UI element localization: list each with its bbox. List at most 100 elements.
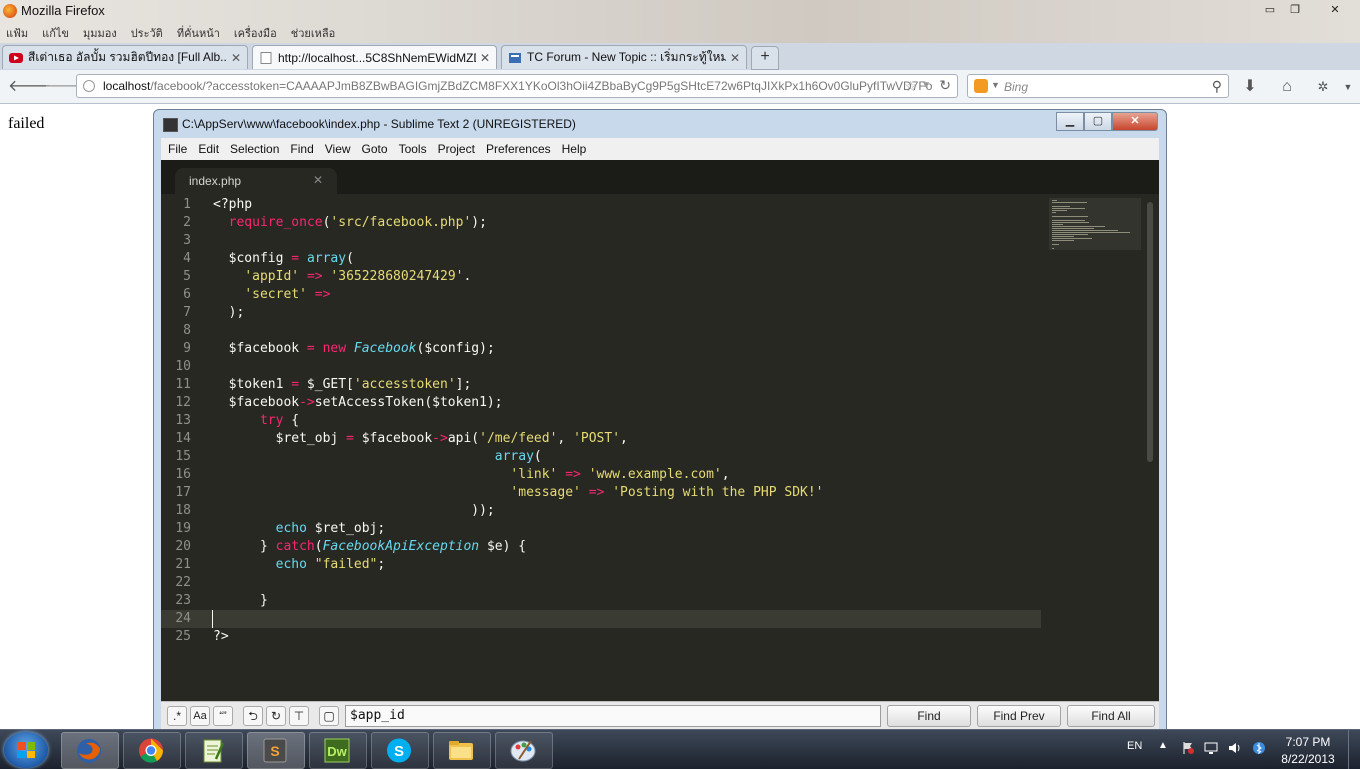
code-line[interactable]: 3 <box>161 232 1041 250</box>
menu-view[interactable]: มุมมอง <box>83 24 117 40</box>
bluetooth-icon[interactable] <box>1252 741 1266 755</box>
menu-help[interactable]: Help <box>562 142 587 156</box>
taskbar-skype[interactable]: S <box>371 732 429 769</box>
tab-close-icon[interactable]: ✕ <box>480 51 490 65</box>
vertical-scrollbar[interactable] <box>1147 202 1153 462</box>
bookmark-star-icon[interactable]: ☆ <box>904 78 917 95</box>
code-line[interactable]: 14 $ret_obj = $facebook->api('/me/feed',… <box>161 430 1041 448</box>
clock-date[interactable]: 8/22/2013 <box>1276 752 1340 766</box>
taskbar-explorer[interactable] <box>433 732 491 769</box>
tab-close-icon[interactable]: ✕ <box>313 173 323 187</box>
code-line[interactable]: 24 <box>161 610 1041 628</box>
clock-time[interactable]: 7:07 PM <box>1276 735 1340 749</box>
action-center-flag-icon[interactable] <box>1181 741 1195 755</box>
code-line[interactable]: 6 'secret' => <box>161 286 1041 304</box>
reload-icon[interactable]: ↻ <box>939 77 951 94</box>
code-line[interactable]: 22 <box>161 574 1041 592</box>
editor-tab[interactable]: index.php ✕ <box>175 168 337 194</box>
tab-close-icon[interactable]: ✕ <box>231 51 241 65</box>
menu-goto[interactable]: Goto <box>362 142 388 156</box>
back-icon[interactable]: 🡐 <box>8 77 51 97</box>
code-line[interactable]: 25 ?> <box>161 628 1041 646</box>
search-icon[interactable]: ⚲ <box>1212 78 1222 95</box>
code-line[interactable]: 17 'message' => 'Posting with the PHP SD… <box>161 484 1041 502</box>
code-line[interactable]: 11 $token1 = $_GET['accesstoken']; <box>161 376 1041 394</box>
addon-icon[interactable]: ✲ <box>1313 77 1333 97</box>
show-desktop-button[interactable] <box>1348 730 1360 769</box>
restore-icon[interactable]: ❐ <box>1284 1 1306 17</box>
url-text[interactable]: localhost/facebook/?accesstoken=CAAAAPJm… <box>103 79 933 93</box>
code-line[interactable]: 9 $facebook = new Facebook($config); <box>161 340 1041 358</box>
code-line[interactable]: 13 try { <box>161 412 1041 430</box>
menu-find[interactable]: Find <box>290 142 313 156</box>
code-line[interactable]: 7 ); <box>161 304 1041 322</box>
forward-icon[interactable]: 🡒 <box>44 77 87 97</box>
find-input[interactable]: $app_id <box>345 705 881 727</box>
minimap[interactable] <box>1049 198 1141 250</box>
new-tab-button[interactable]: + <box>751 46 779 70</box>
tab-tc-forum[interactable]: TC Forum - New Topic :: เริ่มกระทู้ใหม่ … <box>501 45 747 69</box>
regex-toggle[interactable]: .* <box>167 706 187 726</box>
menu-file[interactable]: แฟ้ม <box>6 24 28 40</box>
menu-tools[interactable]: Tools <box>399 142 427 156</box>
bing-engine-icon[interactable] <box>974 79 988 93</box>
close-icon[interactable]: ✕ <box>1322 1 1348 17</box>
taskbar-paint[interactable] <box>495 732 553 769</box>
taskbar-sublime[interactable]: S <box>247 732 305 769</box>
code-line[interactable]: 21 echo "failed"; <box>161 556 1041 574</box>
tab-localhost[interactable]: http://localhost...5C8ShNemEWidMZD ✕ <box>252 45 497 69</box>
menu-bookmarks[interactable]: ที่คั่นหน้า <box>177 24 220 40</box>
tab-close-icon[interactable]: ✕ <box>730 51 740 65</box>
whole-word-toggle[interactable]: “” <box>213 706 233 726</box>
code-editor[interactable]: index.php ✕ 1 <?php 2 require_once('src/fa… <box>161 160 1159 701</box>
site-identity-icon[interactable] <box>83 80 95 92</box>
language-indicator[interactable]: EN <box>1127 740 1142 752</box>
network-icon[interactable] <box>1204 741 1218 755</box>
menu-selection[interactable]: Selection <box>230 142 279 156</box>
url-bar[interactable]: localhost/facebook/?accesstoken=CAAAAPJm… <box>76 74 958 98</box>
code-line[interactable]: 18 )); <box>161 502 1041 520</box>
menu-history[interactable]: ประวัติ <box>131 24 163 40</box>
home-icon[interactable]: ⌂ <box>1277 77 1297 97</box>
taskbar-notepad[interactable] <box>185 732 243 769</box>
code-line[interactable]: 12 $facebook->setAccessToken($token1); <box>161 394 1041 412</box>
code-line[interactable]: 23 } <box>161 592 1041 610</box>
code-line[interactable]: 5 'appId' => '365228680247429'. <box>161 268 1041 286</box>
taskbar-chrome[interactable] <box>123 732 181 769</box>
menu-project[interactable]: Project <box>438 142 475 156</box>
menu-preferences[interactable]: Preferences <box>486 142 551 156</box>
maximize-icon[interactable]: ▢ <box>1084 112 1112 131</box>
code-line[interactable]: 10 <box>161 358 1041 376</box>
tab-youtube[interactable]: สีเต่าเธอ อัลบั้ม รวมฮิตปีทอง [Full Alb.… <box>2 45 248 69</box>
taskbar-firefox[interactable] <box>61 732 119 769</box>
menu-tools[interactable]: เครื่องมือ <box>234 24 277 40</box>
code-line[interactable]: 15 array( <box>161 448 1041 466</box>
volume-icon[interactable] <box>1228 741 1242 755</box>
code-line[interactable]: 2 require_once('src/facebook.php'); <box>161 214 1041 232</box>
menu-help[interactable]: ช่วยเหลือ <box>291 24 335 40</box>
find-all-button[interactable]: Find All <box>1067 705 1155 727</box>
menu-view[interactable]: View <box>325 142 351 156</box>
minimize-icon[interactable]: ▁ <box>1056 112 1084 131</box>
code-line[interactable]: 4 $config = array( <box>161 250 1041 268</box>
minimize-icon[interactable]: ▭ <box>1259 1 1281 17</box>
find-button[interactable]: Find <box>887 705 971 727</box>
search-bar[interactable]: ▼ Bing ⚲ <box>967 74 1229 98</box>
close-icon[interactable]: ✕ <box>1112 112 1158 131</box>
menu-dropdown-icon[interactable]: ▼ <box>1338 77 1358 97</box>
find-mode-toggle-icon[interactable]: ▢ <box>319 706 339 726</box>
case-sensitive-toggle[interactable]: Aa <box>190 706 210 726</box>
code-line[interactable]: 20 } catch(FacebookApiException $e) { <box>161 538 1041 556</box>
menu-edit[interactable]: แก้ไข <box>42 24 69 40</box>
highlight-matches-toggle-icon[interactable]: ⊤ <box>289 706 309 726</box>
show-hidden-icons-icon[interactable]: ▲ <box>1158 740 1168 751</box>
menu-file[interactable]: File <box>168 142 187 156</box>
in-selection-toggle-icon[interactable]: ↻ <box>266 706 286 726</box>
code-line[interactable]: 1 <?php <box>161 196 1041 214</box>
url-dropdown-icon[interactable]: ▼ <box>921 80 931 91</box>
taskbar-dreamweaver[interactable]: Dw <box>309 732 367 769</box>
wrap-toggle-icon[interactable]: ⮌ <box>243 706 263 726</box>
code-line[interactable]: 16 'link' => 'www.example.com', <box>161 466 1041 484</box>
code-line[interactable]: 19 echo $ret_obj; <box>161 520 1041 538</box>
code-line[interactable]: 8 <box>161 322 1041 340</box>
